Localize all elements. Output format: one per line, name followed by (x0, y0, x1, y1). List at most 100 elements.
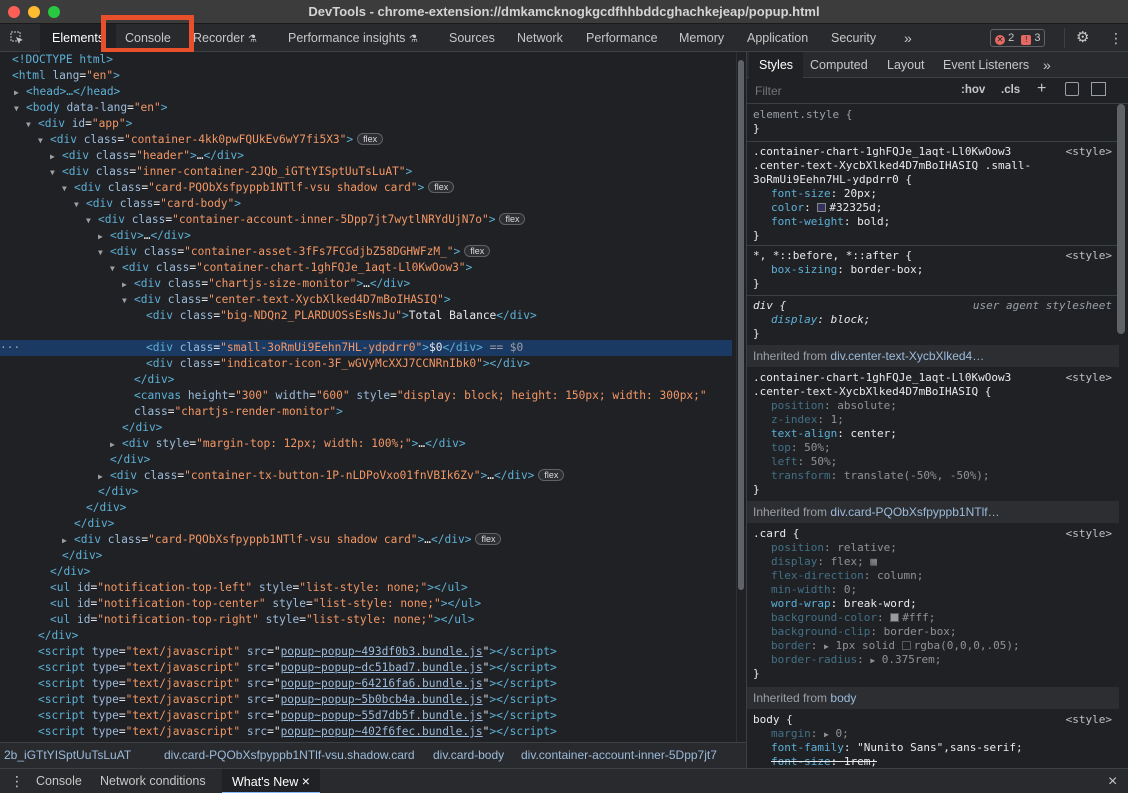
css-prop-box-sizing[interactable]: box-sizing: border-box; (771, 263, 923, 277)
dom-div-app[interactable]: ▼ <div id="app"> (26, 116, 132, 132)
css-prop-z-index[interactable]: z-index: 1; (771, 413, 844, 427)
style-source-link[interactable]: <style> (1066, 527, 1112, 540)
dom-script-3[interactable]: <script type="text/javascript" src="popu… (38, 692, 557, 708)
more-subtabs-icon[interactable]: » (1043, 52, 1051, 78)
dom-div-card[interactable]: ▼ <div class="card-PQObXsfpyppb1NTlf-vsu … (62, 180, 455, 196)
dom-ul-top-right[interactable]: <ul id="notification-top-right" style="l… (50, 612, 474, 628)
css-prop-margin[interactable]: margin: ▶ 0; (771, 727, 849, 741)
styles-filter-input[interactable] (751, 82, 947, 100)
dom-div-big-total-balance[interactable]: <div class="big-NDQn2_PLARDUOSsEsNsJu">T… (146, 308, 537, 324)
dom-script-2[interactable]: <script type="text/javascript" src="popu… (38, 676, 557, 692)
css-prop-text-align[interactable]: text-align: center; (771, 427, 897, 441)
rule-selector[interactable]: .center-text-XycbXlked4D7mBoIHASIQ { (753, 385, 991, 399)
drawer-tab-whats-new[interactable]: What's New × (222, 769, 320, 793)
dom-close-div[interactable]: </div> (50, 564, 90, 580)
script-link[interactable]: popup~popup~dc51bad7.bundle.js (281, 661, 483, 674)
new-style-rule-button[interactable]: + (1037, 80, 1046, 98)
dom-div-chartjs-size-monitor[interactable]: ▶ <div class="chartjs-size-monitor">…</di… (122, 276, 410, 292)
css-prop-border-radius[interactable]: border-radius: ▶ 0.375rem; (771, 653, 941, 667)
dom-close-div[interactable]: </div> (134, 372, 174, 388)
dom-html[interactable]: <html lang="en"> (12, 68, 120, 84)
dom-div-container[interactable]: ▼ <div class="container-4kk0pwFQUkEv6wY7f… (38, 132, 384, 148)
settings-gear-icon[interactable]: ⚙ (1076, 24, 1089, 52)
rule-selector[interactable]: .center-text-XycbXlked4D7mBoIHASIQ .smal… (753, 159, 1031, 173)
more-options-icon[interactable]: ⋮ (1109, 24, 1123, 52)
css-prop-transform[interactable]: transform: translate(-50%, -50%); (771, 469, 990, 483)
tab-computed[interactable]: Computed (810, 52, 868, 78)
styles-scrollbar-thumb[interactable] (1117, 104, 1125, 334)
inspect-element-icon[interactable] (8, 24, 26, 52)
tab-styles[interactable]: Styles (749, 52, 804, 78)
hover-state-toggle[interactable]: :hov (961, 84, 985, 96)
rule-selector[interactable]: 3oRmUi9Eehn7HL-ydpdrr0 { (753, 173, 912, 187)
dom-div-margin-top[interactable]: ▶ <div style="margin-top: 12px; width: 10… (110, 436, 466, 452)
breadcrumb-item[interactable]: div.card-body (433, 748, 504, 762)
dom-script-0[interactable]: <script type="text/javascript" src="popu… (38, 644, 557, 660)
flex-badge[interactable]: flex (428, 181, 455, 193)
rule-selector[interactable]: body { (753, 713, 793, 727)
css-prop-font-size[interactable]: font-size: 1rem; (771, 755, 877, 768)
tab-application[interactable]: Application (747, 24, 808, 52)
drawer-menu-icon[interactable]: ⋮ (10, 769, 24, 793)
tab-recorder[interactable]: Recorder ⚗ (193, 24, 257, 52)
css-prop-word-wrap[interactable]: word-wrap: break-word; (771, 597, 917, 611)
flex-badge[interactable]: flex (475, 533, 502, 545)
dom-ul-top-center[interactable]: <ul id="notification-top-center" style="… (50, 596, 481, 612)
dom-canvas[interactable]: <canvas height="300" width="600" style="… (134, 388, 707, 404)
dom-div-collapsed[interactable]: ▶ <div>…</div> (98, 228, 191, 244)
dom-canvas-class[interactable]: class="chartjs-render-monitor"> (134, 404, 343, 420)
css-prop-top[interactable]: top: 50%; (771, 441, 831, 455)
dom-div-container-asset[interactable]: ▼ <div class="container-asset-3fFs7FCGdjb… (98, 244, 491, 260)
flex-badge[interactable]: flex (538, 469, 565, 481)
style-source-link[interactable]: <style> (1066, 249, 1112, 262)
css-prop-left[interactable]: left: 50%; (771, 455, 837, 469)
breadcrumb-item[interactable]: div.card-PQObXsfpyppb1NTlf-vsu.shadow.ca… (164, 748, 415, 762)
tab-memory[interactable]: Memory (679, 24, 724, 52)
flex-badge[interactable]: flex (499, 213, 526, 225)
css-prop-border[interactable]: border: ▶ 1px solid rgba(0,0,0,.05); (771, 639, 1020, 653)
breadcrumb-item[interactable]: div.container-account-inner-5Dpp7jt7 (521, 748, 717, 762)
tab-security[interactable]: Security (831, 24, 876, 52)
rule-selector[interactable]: .container-chart-1ghFQJe_1aqt-Ll0KwOow3 (753, 371, 1011, 385)
inherited-selector-link[interactable]: div.center-text-XycbXlked4… (830, 349, 984, 363)
css-prop-display[interactable]: display: flex; ▦ (771, 555, 877, 569)
dom-div-inner-container[interactable]: ▼ <div class="inner-container-2JQb_iGTtYI… (50, 164, 412, 180)
issues-counter[interactable]: ✕ 2 ! 3 (990, 29, 1046, 47)
more-tabs-icon[interactable]: » (904, 24, 912, 52)
css-prop-background-color[interactable]: background-color: #fff; (771, 611, 935, 625)
color-swatch[interactable] (817, 203, 827, 212)
dom-script-1[interactable]: <script type="text/javascript" src="popu… (38, 660, 557, 676)
dom-script-4[interactable]: <script type="text/javascript" src="popu… (38, 708, 557, 724)
dom-doctype[interactable]: <!DOCTYPE html> (12, 52, 113, 68)
css-prop-background-clip[interactable]: background-clip: border-box; (771, 625, 956, 639)
elements-scrollbar-thumb[interactable] (738, 60, 744, 590)
dom-close-div[interactable]: </div> (110, 452, 150, 468)
style-source-link[interactable]: <style> (1066, 713, 1112, 726)
rule-selector[interactable]: *, *::before, *::after { (753, 249, 912, 263)
close-drawer-icon[interactable]: × (1108, 769, 1117, 793)
dom-div-container-chart[interactable]: ▼ <div class="container-chart-1ghFQJe_1aq… (110, 260, 472, 276)
close-tab-icon[interactable]: × (302, 773, 310, 789)
css-prop-font-weight[interactable]: font-weight: bold; (771, 215, 890, 229)
tab-layout[interactable]: Layout (887, 52, 925, 78)
script-link[interactable]: popup~popup~493df0b3.bundle.js (281, 645, 483, 658)
tab-sources[interactable]: Sources (449, 24, 495, 52)
dom-div-account-inner[interactable]: ▼ <div class="container-account-inner-5Dp… (86, 212, 526, 228)
flexbox-editor-icon[interactable]: ▦ (870, 555, 877, 568)
css-prop-font-family[interactable]: font-family: "Nunito Sans",sans-serif; (771, 741, 1023, 755)
dom-close-div[interactable]: </div> (86, 500, 126, 516)
dom-body[interactable]: ▼ <body data-lang="en"> (14, 100, 168, 116)
script-link[interactable]: popup~popup~5b0bcb4a.bundle.js (281, 693, 483, 706)
drawer-tab-network-conditions[interactable]: Network conditions (100, 769, 206, 793)
flex-badge[interactable]: flex (357, 133, 384, 145)
style-source-link[interactable]: <style> (1066, 371, 1112, 384)
dom-close-div[interactable]: </div> (62, 548, 102, 564)
css-prop-display[interactable]: display: block; (771, 313, 870, 327)
dom-div-tx-button[interactable]: ▶ <div class="container-tx-button-1P-nLDP… (98, 468, 565, 484)
css-prop-color[interactable]: color: #32325d; (771, 201, 882, 215)
dom-div-indicator-icon[interactable]: <div class="indicator-icon-3F_wGVyMcXXJ7… (146, 356, 530, 372)
expand-triangle-icon[interactable]: ▶ (824, 730, 829, 739)
dom-div-small-selected[interactable]: ··· <div class="small-3oRmUi9Eehn7HL-ydpd… (0, 340, 732, 356)
dom-div-center-text[interactable]: ▼ <div class="center-text-XycbXlked4D7mBo… (122, 292, 451, 308)
dom-div-card-body[interactable]: ▼ <div class="card-body"> (74, 196, 241, 212)
